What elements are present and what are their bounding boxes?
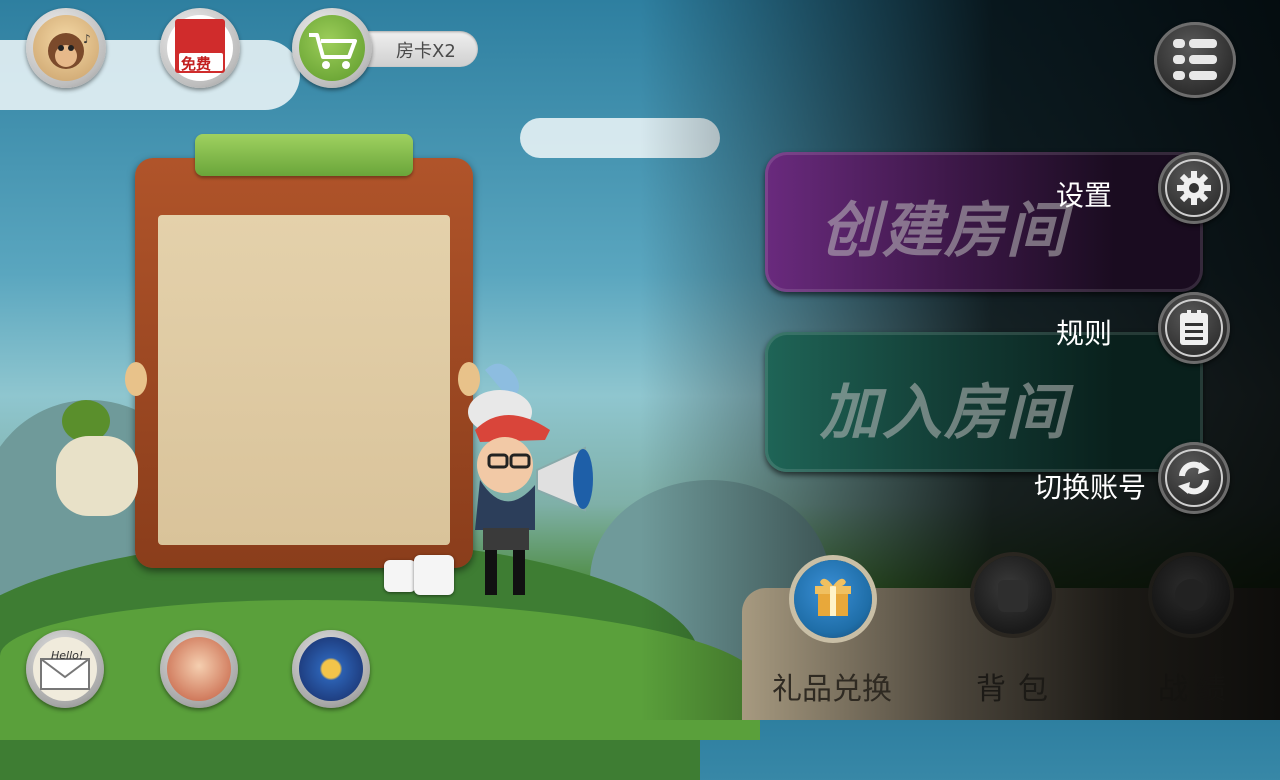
records-label: 战绩 — [1158, 672, 1234, 707]
cart-background — [299, 15, 365, 81]
notice-board-banner — [195, 134, 413, 176]
menu-bar — [1189, 71, 1217, 80]
gift-icon — [815, 578, 851, 616]
rules-button[interactable] — [1158, 292, 1230, 364]
girl-character-icon — [468, 363, 593, 595]
refresh-icon — [1178, 461, 1210, 495]
gift-tab-button[interactable] — [794, 560, 872, 638]
envelope-icon: Hello! — [33, 637, 97, 701]
customer-service-button[interactable] — [160, 630, 238, 708]
free-badge: 免费 — [167, 15, 233, 81]
backpack-label: 背包 — [976, 672, 1060, 707]
menu-bar — [1173, 39, 1185, 48]
gift-exchange-label: 礼品兑换 — [772, 672, 892, 707]
free-badge-label: 免费 — [181, 55, 212, 73]
mail-label: Hello! — [51, 649, 84, 662]
menu-toggle-button[interactable] — [1154, 22, 1236, 98]
dice-icon — [414, 555, 454, 595]
menu-bar — [1189, 55, 1217, 64]
boar-mascot — [56, 436, 138, 516]
board-side-tab — [125, 362, 147, 396]
notice-board-paper — [158, 215, 450, 545]
rules-label: 规则 — [1055, 317, 1112, 350]
girl-avatar-icon — [167, 637, 231, 701]
settings-button[interactable] — [1158, 152, 1230, 224]
girl-with-megaphone — [455, 360, 595, 600]
backpack-icon — [998, 580, 1028, 612]
wheel-icon — [299, 637, 363, 701]
menu-bar — [1189, 39, 1217, 48]
clipboard-icon — [1180, 310, 1208, 345]
shop-button[interactable] — [292, 8, 372, 88]
gear-icon — [1177, 171, 1211, 205]
switch-account-button[interactable] — [1158, 442, 1230, 514]
record-icon — [1175, 579, 1207, 611]
menu-bar — [1173, 71, 1185, 80]
room-card-label: 房卡X2 — [396, 41, 456, 62]
free-cards-button[interactable]: 免费 — [160, 8, 240, 88]
create-room-label: 创建房间 — [820, 196, 1068, 266]
player-avatar: ♪ — [33, 15, 99, 81]
menu-bar — [1173, 55, 1185, 64]
dice-icon — [384, 560, 416, 592]
cart-icon — [309, 33, 357, 69]
switch-account-label: 切换账号 — [1033, 471, 1146, 504]
mail-button[interactable]: Hello! — [26, 630, 104, 708]
join-room-label: 加入房间 — [820, 378, 1068, 448]
player-avatar-button[interactable]: ♪ — [26, 8, 106, 88]
lucky-wheel-button[interactable] — [292, 630, 370, 708]
backpack-tab-button[interactable] — [974, 556, 1052, 634]
monkey-avatar-icon: ♪ — [48, 32, 91, 69]
records-tab-button[interactable] — [1152, 556, 1230, 634]
settings-label: 设置 — [1055, 179, 1112, 212]
svg-text:♪: ♪ — [83, 32, 91, 46]
